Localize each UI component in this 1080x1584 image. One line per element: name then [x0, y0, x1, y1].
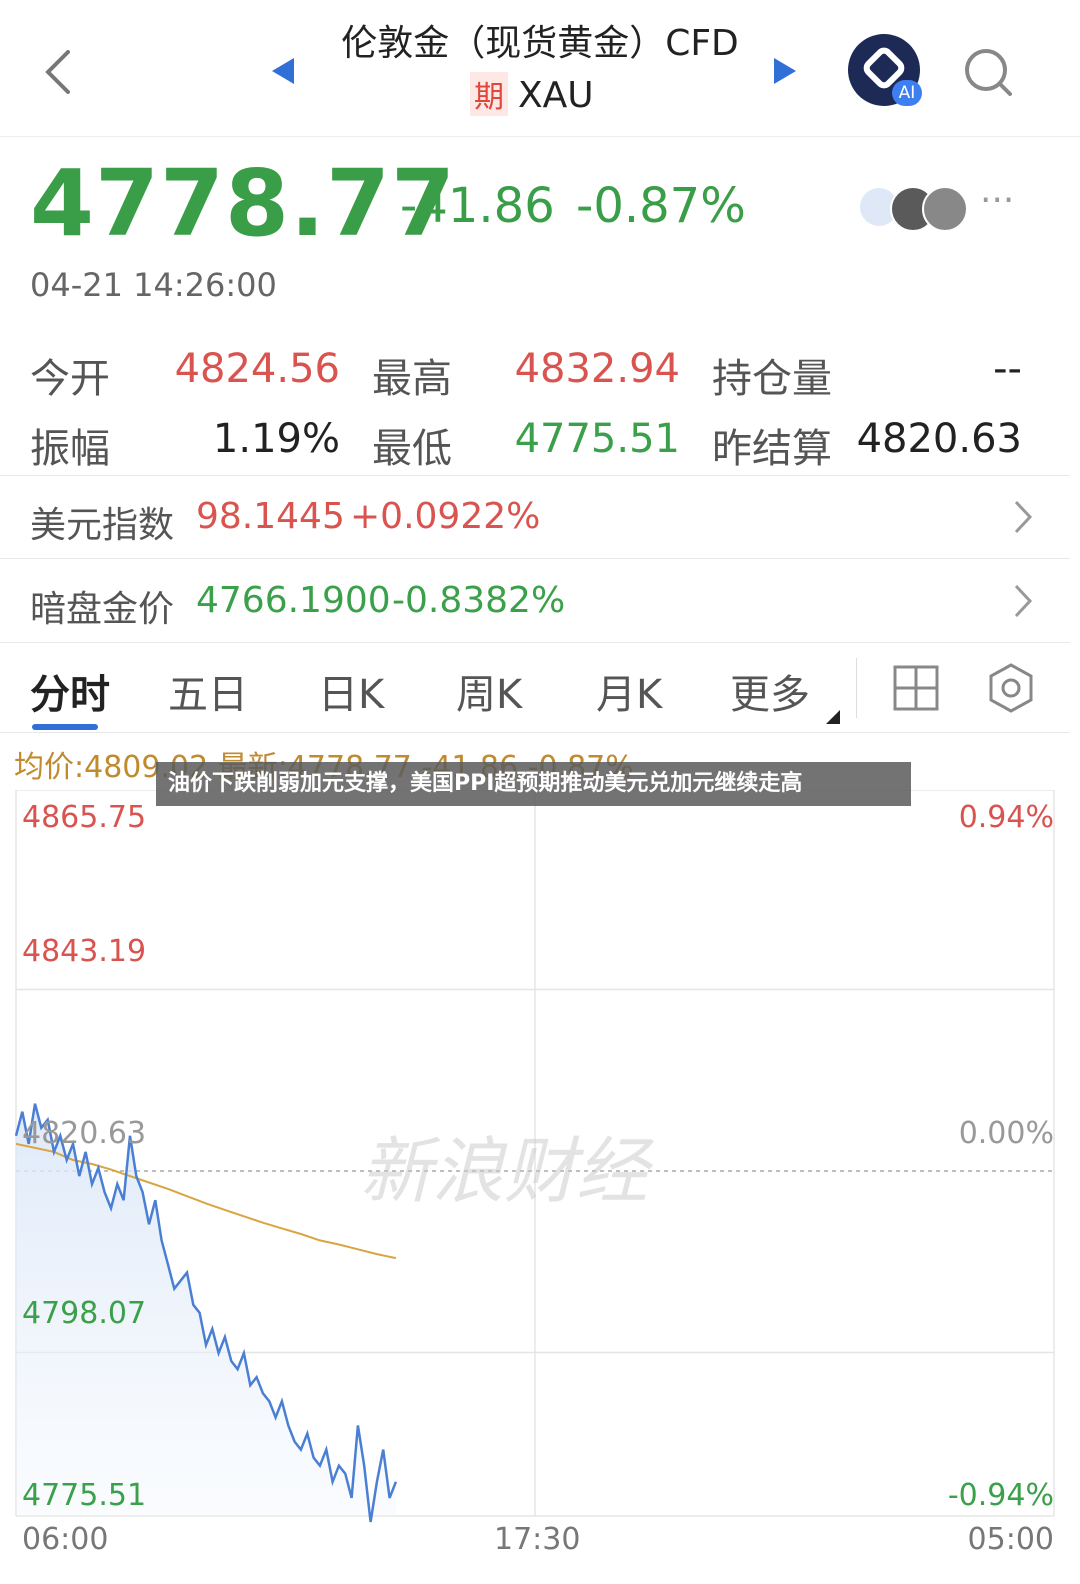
- dropdown-corner-icon: [826, 710, 840, 724]
- x-tick-label: 06:00: [22, 1522, 109, 1557]
- layout-grid-icon[interactable]: [892, 664, 940, 712]
- open-interest-value: --: [993, 346, 1022, 392]
- active-tab-indicator: [32, 724, 98, 730]
- usd-index-change: +0.0922%: [350, 496, 541, 537]
- y-right-tick-label: 0.00%: [958, 1116, 1054, 1151]
- low-label: 最低: [372, 426, 452, 472]
- price-change: -41.86: [400, 178, 555, 234]
- settings-hexagon-icon[interactable]: [986, 662, 1036, 714]
- divider: [0, 558, 1070, 559]
- tab-daily-k[interactable]: 日K: [318, 662, 384, 720]
- header: 伦敦金（现货黄金）CFD 期 XAU AI: [0, 0, 1080, 137]
- avatar: [922, 186, 968, 232]
- more-icon[interactable]: ···: [980, 180, 1014, 221]
- usd-index-value: 98.1445: [196, 496, 345, 537]
- price-change-percent: -0.87%: [576, 178, 746, 234]
- tab-more[interactable]: 更多: [730, 662, 810, 720]
- triangle-left-icon[interactable]: [270, 56, 296, 86]
- after-hours-label: 暗盘金价: [30, 589, 175, 630]
- after-hours-change: -0.8382%: [392, 580, 566, 621]
- chevron-left-icon[interactable]: [40, 48, 74, 96]
- page-title: 伦敦金（现货黄金）CFD: [341, 23, 739, 64]
- symbol: XAU: [518, 75, 594, 116]
- divider: [0, 732, 1070, 733]
- y-tick-label: 4843.19: [22, 934, 147, 969]
- tab-five-day[interactable]: 五日: [168, 662, 248, 720]
- after-hours-value: 4766.1900: [196, 580, 391, 621]
- x-tick-label: 05:00: [967, 1522, 1054, 1557]
- amplitude-value: 1.19%: [212, 416, 340, 462]
- y-tick-label: 4865.75: [22, 800, 147, 835]
- tab-weekly-k[interactable]: 周K: [456, 662, 522, 720]
- usd-index-label: 美元指数: [30, 505, 175, 546]
- tab-monthly-k[interactable]: 月K: [596, 662, 662, 720]
- prev-settle-value: 4820.63: [856, 416, 1022, 462]
- symbol-line: 期 XAU: [470, 72, 594, 116]
- tab-intraday[interactable]: 分时: [30, 662, 110, 720]
- y-right-tick-label: -0.94%: [947, 1478, 1054, 1513]
- y-tick-label: 4820.63: [22, 1116, 147, 1151]
- tab-separator: [856, 658, 857, 718]
- high-value: 4832.94: [514, 346, 680, 392]
- y-right-tick-label: 0.94%: [958, 800, 1054, 835]
- ai-badge: AI: [892, 80, 922, 106]
- after-hours-price-row[interactable]: 暗盘金价 4766.1900 -0.8382%: [0, 560, 1070, 642]
- prev-settle-label: 昨结算: [712, 426, 832, 472]
- open-value: 4824.56: [174, 346, 340, 392]
- amplitude-label: 振幅: [30, 426, 110, 472]
- chevron-right-icon: [1014, 500, 1033, 534]
- open-interest-label: 持仓量: [712, 356, 832, 402]
- y-tick-label: 4798.07: [22, 1296, 147, 1331]
- news-banner[interactable]: 油价下跌削弱加元支撑，美国PPI超预期推动美元兑加元继续走高: [156, 762, 911, 806]
- search-icon[interactable]: [962, 46, 1016, 100]
- futures-tag: 期: [470, 72, 508, 116]
- ai-assistant-button[interactable]: AI: [848, 34, 922, 106]
- y-tick-label: 4775.51: [22, 1478, 147, 1513]
- avatar-group[interactable]: [860, 186, 970, 232]
- low-value: 4775.51: [514, 416, 680, 462]
- current-price: 4778.77: [30, 150, 457, 257]
- high-label: 最高: [372, 356, 452, 402]
- chevron-right-icon: [1014, 584, 1033, 618]
- x-tick-label: 17:30: [494, 1522, 581, 1557]
- watermark: 新浪财经: [360, 1129, 649, 1213]
- quote-timestamp: 04-21 14:26:00: [30, 266, 277, 304]
- divider: [0, 642, 1070, 643]
- usd-index-row[interactable]: 美元指数 98.1445 +0.0922%: [0, 476, 1070, 558]
- open-label: 今开: [30, 356, 110, 402]
- triangle-right-icon[interactable]: [772, 56, 798, 86]
